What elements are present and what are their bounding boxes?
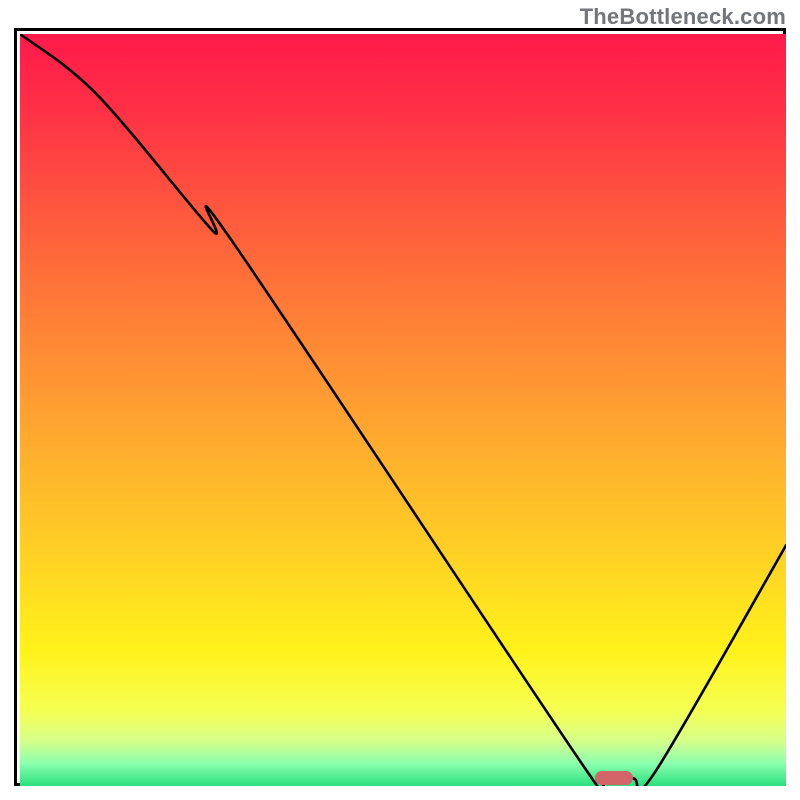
chart-frame — [14, 28, 786, 786]
bottleneck-curve-path — [20, 34, 786, 786]
watermark-text: TheBottleneck.com — [580, 4, 786, 30]
chart-curve — [20, 34, 786, 786]
valley-marker — [595, 771, 633, 785]
